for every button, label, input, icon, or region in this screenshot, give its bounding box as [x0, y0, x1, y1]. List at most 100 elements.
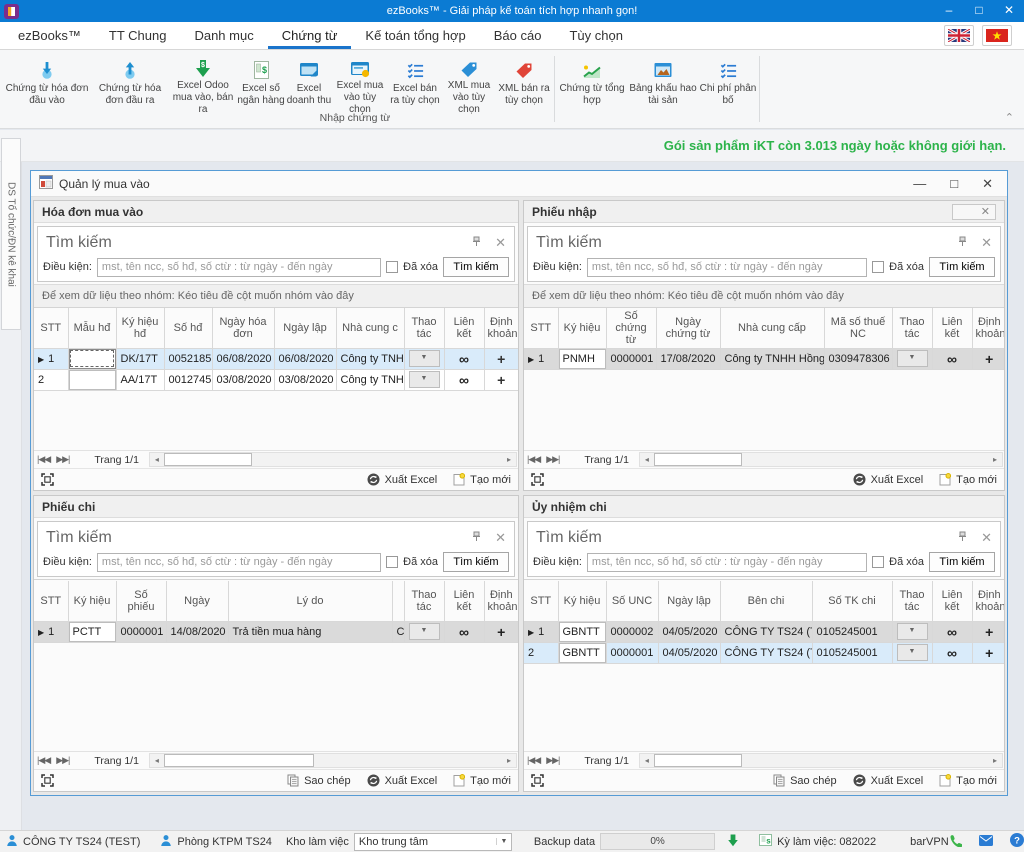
toolbar-excel-ban-ra-tuy-chon[interactable]: Excel bán ra tùy chọn: [388, 54, 442, 116]
toolbar-chung-tu-hoa-don-dau-vao[interactable]: Chứng từ hóa đơn đầu vào: [4, 54, 90, 116]
expand-icon[interactable]: [531, 473, 544, 486]
column-header[interactable]: STT: [524, 308, 558, 348]
search-close-icon[interactable]: ✕: [495, 235, 506, 251]
column-header[interactable]: Số hđ: [164, 308, 212, 348]
search-close-icon[interactable]: ✕: [981, 530, 992, 546]
menu-chung-tu[interactable]: Chứng từ: [268, 22, 352, 49]
column-header[interactable]: Định khoản: [484, 581, 518, 621]
scroll-right-icon[interactable]: ▸: [502, 754, 516, 767]
download-green-icon[interactable]: [727, 834, 739, 850]
column-header[interactable]: Định khoản: [484, 308, 518, 348]
toolbar-excel-doanh-thu[interactable]: Excel doanh thu: [286, 54, 332, 116]
action-dropdown[interactable]: ▼: [897, 350, 928, 367]
last-page-icon[interactable]: ▶▶|: [543, 454, 562, 465]
link-icon[interactable]: ∞: [459, 624, 469, 640]
menu-tt-chung[interactable]: TT Chung: [95, 22, 181, 49]
column-header[interactable]: Ngày lập: [658, 581, 720, 621]
toolbar-chi-phi-phan-bo[interactable]: Chi phí phân bố: [699, 54, 757, 116]
add-entry-icon[interactable]: +: [985, 624, 993, 640]
table-row[interactable]: 2 AA/17T 0012745 03/08/2020 03/08/2020 C…: [34, 369, 518, 390]
first-page-icon[interactable]: |◀◀: [524, 454, 543, 465]
column-header[interactable]: Mã số thuế NC: [824, 308, 892, 348]
table-row[interactable]: ▶1 DK/17T 0052185 06/08/2020 06/08/2020 …: [34, 348, 518, 369]
action-dropdown[interactable]: ▼: [897, 623, 928, 640]
column-header[interactable]: Ngày chứng từ: [656, 308, 720, 348]
column-header[interactable]: Liên kết: [932, 308, 972, 348]
column-header[interactable]: Ngày lập: [274, 308, 336, 348]
toolbar-xml-ban-ra-tuy-chon[interactable]: XML bán ra tùy chọn: [496, 54, 552, 116]
link-icon[interactable]: ∞: [459, 372, 469, 388]
add-entry-icon[interactable]: +: [985, 351, 993, 367]
copy-button[interactable]: Sao chép: [287, 774, 350, 787]
mail-icon[interactable]: [979, 835, 993, 849]
horizontal-scrollbar[interactable]: ◂ ▸: [149, 753, 517, 768]
add-entry-icon[interactable]: +: [985, 645, 993, 661]
ky-hieu-editor[interactable]: PNMH: [558, 348, 606, 369]
link-icon[interactable]: ∞: [947, 351, 957, 367]
expand-icon[interactable]: [41, 473, 54, 486]
column-header[interactable]: Thao tác: [404, 308, 444, 348]
horizontal-scrollbar[interactable]: ◂ ▸: [149, 452, 517, 467]
scroll-left-icon[interactable]: ◂: [150, 754, 164, 767]
add-entry-icon[interactable]: +: [497, 351, 505, 367]
scroll-right-icon[interactable]: ▸: [988, 754, 1002, 767]
ky-hieu-editor[interactable]: GBNTT: [558, 621, 606, 642]
table-row[interactable]: ▶1 PCTT 0000001 14/08/2020 Trả tiền mua …: [34, 621, 518, 642]
column-header[interactable]: Liên kết: [444, 581, 484, 621]
create-new-button[interactable]: Tạo mới: [939, 473, 997, 486]
column-header[interactable]: Ngày hóa đơn: [212, 308, 274, 348]
first-page-icon[interactable]: |◀◀: [524, 755, 543, 766]
scrollbar-thumb[interactable]: [654, 754, 742, 767]
column-header[interactable]: Liên kết: [932, 581, 972, 621]
pin-icon[interactable]: [958, 236, 967, 250]
scrollbar-thumb[interactable]: [164, 754, 314, 767]
app-minimize-icon[interactable]: –: [934, 0, 964, 22]
first-page-icon[interactable]: |◀◀: [34, 454, 53, 465]
deleted-checkbox[interactable]: [386, 261, 398, 273]
ky-hieu-editor[interactable]: GBNTT: [558, 642, 606, 663]
menu-danh-muc[interactable]: Danh mục: [180, 22, 267, 49]
link-icon[interactable]: ∞: [459, 351, 469, 367]
deleted-checkbox[interactable]: [872, 556, 884, 568]
mau-hd-editor[interactable]: [68, 348, 116, 369]
window-minimize-icon[interactable]: —: [913, 177, 926, 191]
export-excel-button[interactable]: Xuất Excel: [853, 774, 924, 787]
search-button[interactable]: Tìm kiếm: [929, 552, 995, 572]
create-new-button[interactable]: Tạo mới: [453, 473, 511, 486]
export-excel-button[interactable]: Xuất Excel: [367, 774, 438, 787]
column-header[interactable]: Ngày: [166, 581, 228, 621]
horizontal-scrollbar[interactable]: ◂ ▸: [639, 452, 1003, 467]
menu-ke-toan-tong-hop[interactable]: Kế toán tổng hợp: [351, 22, 479, 49]
toolbar-bang-khau-hao-tai-san[interactable]: Bảng khấu hao tài sản: [627, 54, 699, 116]
toolbar-excel-so-ngan-hang[interactable]: $ Excel số ngân hàng: [236, 54, 286, 116]
export-excel-button[interactable]: Xuất Excel: [367, 473, 438, 486]
column-header[interactable]: Số chứng từ: [606, 308, 656, 348]
column-header[interactable]: Thao tác: [404, 581, 444, 621]
action-dropdown[interactable]: ▼: [409, 623, 440, 640]
column-header[interactable]: Nhà cung cấp: [720, 308, 824, 348]
add-entry-icon[interactable]: +: [497, 372, 505, 388]
column-header[interactable]: Thao tác: [892, 581, 932, 621]
column-header[interactable]: Ký hiệu hđ: [116, 308, 164, 348]
toolbar-xml-mua-vao-tuy-chon[interactable]: XML mua vào tùy chọn: [442, 54, 496, 116]
mau-hd-editor[interactable]: [68, 369, 116, 390]
window-titlebar[interactable]: Quản lý mua vào — □ ✕: [31, 171, 1007, 197]
column-header[interactable]: Số TK chi: [812, 581, 892, 621]
column-header[interactable]: Thao tác: [892, 308, 932, 348]
column-header[interactable]: Định khoản: [972, 308, 1004, 348]
column-header[interactable]: Mẫu hđ: [68, 308, 116, 348]
table-row[interactable]: ▶1 PNMH 0000001 17/08/2020 Công ty TNHH …: [524, 348, 1004, 369]
column-header[interactable]: Ký hiệu: [558, 581, 606, 621]
app-close-icon[interactable]: ✕: [994, 0, 1024, 22]
search-close-icon[interactable]: ✕: [495, 530, 506, 546]
app-maximize-icon[interactable]: □: [964, 0, 994, 22]
column-header[interactable]: Bên chi: [720, 581, 812, 621]
phone-icon[interactable]: [949, 834, 962, 850]
scroll-left-icon[interactable]: ◂: [640, 453, 654, 466]
search-button[interactable]: Tìm kiếm: [929, 257, 995, 277]
ribbon-collapse-icon[interactable]: ⌃: [1005, 111, 1014, 124]
window-maximize-icon[interactable]: □: [950, 177, 958, 191]
column-header[interactable]: Nhà cung c: [336, 308, 404, 348]
column-header[interactable]: Ký hiệu: [68, 581, 116, 621]
column-header[interactable]: Số phiếu: [116, 581, 166, 621]
